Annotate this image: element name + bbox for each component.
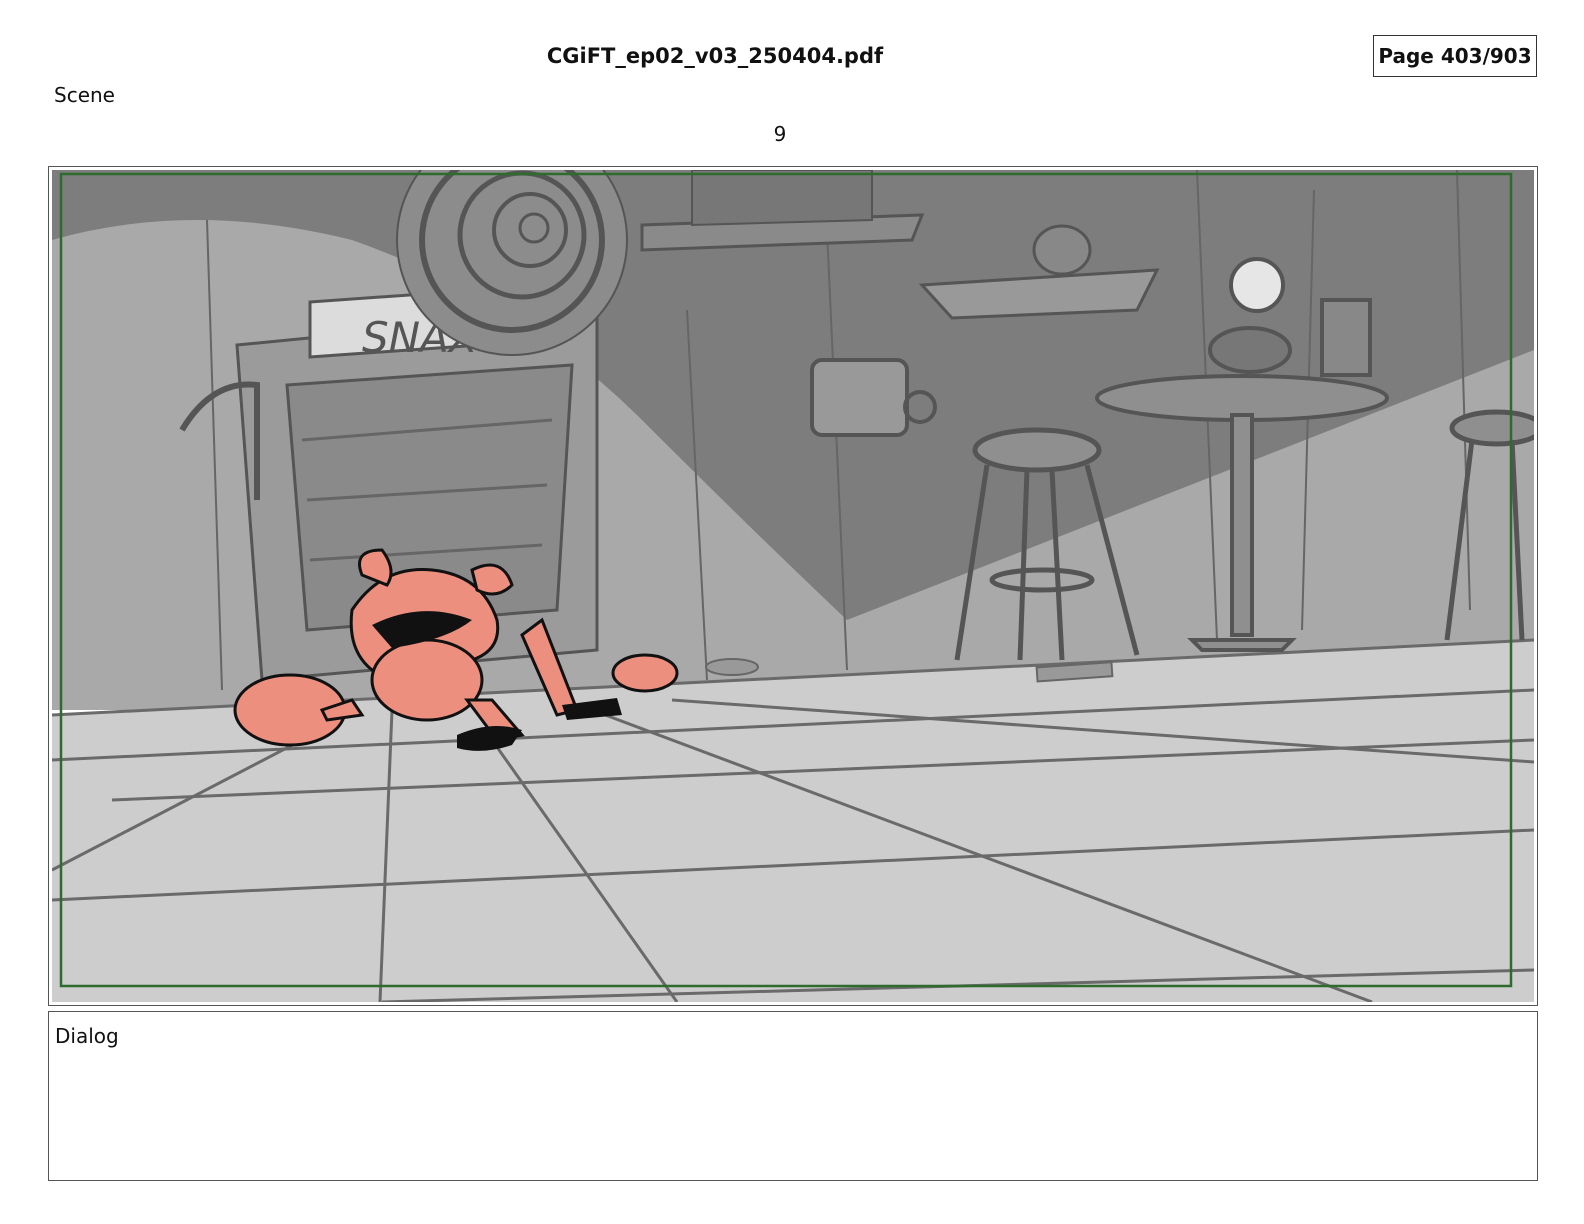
dialog-label: Dialog (55, 1024, 119, 1048)
dialog-box: Dialog (48, 1011, 1538, 1181)
scene-label: Scene (54, 83, 115, 107)
page-indicator: Page 403/903 (1373, 35, 1537, 77)
doc-title: CGiFT_ep02_v03_250404.pdf (546, 44, 884, 68)
scene-number: 9 (773, 122, 787, 146)
storyboard-drawing: SNAX (52, 170, 1534, 1002)
storyboard-panel: SNAX (48, 166, 1538, 1006)
